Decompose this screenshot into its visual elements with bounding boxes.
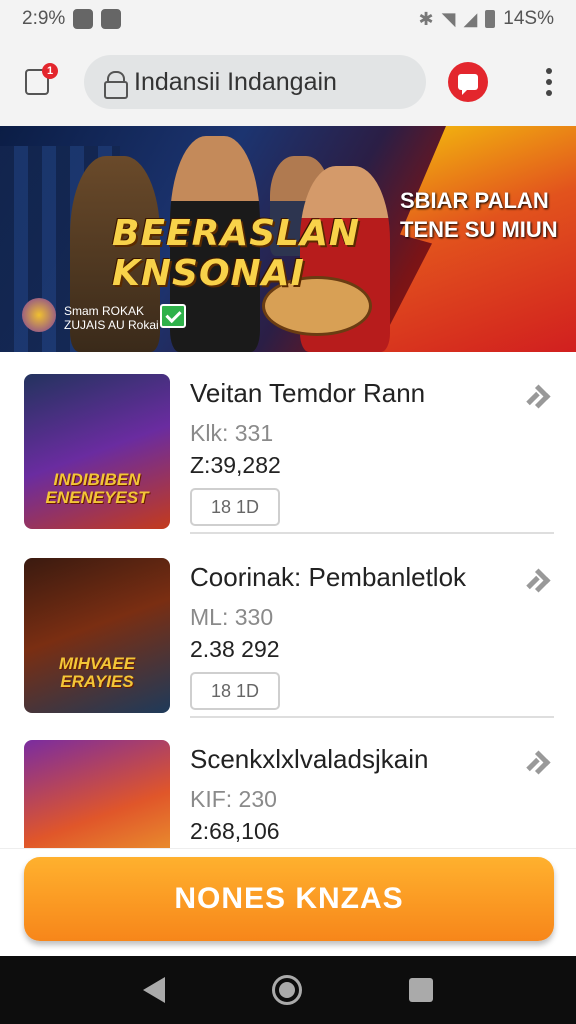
home-dot [278,982,295,998]
recents-icon[interactable] [408,978,433,1002]
item-count: Z:39,282 [190,452,281,478]
primary-cta-button[interactable]: NONES KNZAS [24,857,554,941]
hero-title-line2: KNSONAI [112,253,305,294]
hero-title-line1: BEERASLAN [112,213,361,254]
share-arrow-icon[interactable] [526,382,552,408]
share-arrow-icon[interactable] [526,748,552,774]
divider [190,532,554,534]
item-title: Coorinak: Pembanletlok [190,562,467,592]
battery-icon [485,10,496,28]
brand-line1: Smam ROKAK [64,304,145,318]
item-meta: KIF: 230 [190,786,277,812]
cta-container: NONES KNZAS [0,848,576,956]
chat-button[interactable] [448,62,488,102]
hero-tagline-line2: TENE SU MIUN [400,217,558,242]
list-item[interactable]: Scenkxlxlvaladsjkain KIF: 230 2:68,106 [0,718,576,848]
cart-button[interactable]: 1 [18,63,58,101]
back-icon[interactable] [143,977,166,1003]
menu-dot-icon [546,79,552,85]
hero-title: BEERASLAN KNSONAI [112,214,360,294]
brand-logo [22,298,56,332]
system-nav-bar [0,956,576,1024]
item-meta: ML: 330 [190,604,274,630]
item-action-button[interactable]: 18 1D [190,488,280,526]
game-list: INDIBIBEN ENENEYEST Veitan Temdor Rann K… [0,352,576,848]
overflow-menu-button[interactable] [540,62,558,102]
url-text: Indansii Indangain [134,67,337,96]
game-thumbnail[interactable]: INDIBIBEN ENENEYEST [24,374,170,529]
signal-icon: ◢ [463,8,478,29]
verified-check-icon [160,304,186,328]
wifi-icon: ◥ [441,8,456,29]
item-title: Veitan Temdor Rann [190,378,426,408]
bluetooth-icon: ✱ [418,8,434,29]
status-time: 2:9% [22,8,66,29]
cart-badge: 1 [42,63,58,79]
game-thumbnail[interactable]: MIHVAEE ERAYIES [24,558,170,713]
share-arrow-icon[interactable] [526,566,552,592]
browser-toolbar: 1 Indansii Indangain [0,38,576,126]
app-notification-icon [101,9,122,29]
item-meta: Klk: 331 [190,420,274,446]
game-thumbnail[interactable] [24,740,170,848]
menu-dot-icon [546,90,552,96]
thumbnail-title: INDIBIBEN ENENEYEST [45,470,149,507]
list-item[interactable]: MIHVAEE ERAYIES Coorinak: Pembanletlok M… [0,536,576,718]
hero-tagline: SBIAR PALAN TENE SU MIUN [400,186,558,244]
brand-text: Smam ROKAK ZUJAIS AU Rokai [64,304,159,332]
list-item[interactable]: INDIBIBEN ENENEYEST Veitan Temdor Rann K… [0,352,576,534]
item-title: Scenkxlxlvaladsjkain [190,744,429,774]
battery-level: 14S% [503,8,554,29]
item-count: 2.38 292 [190,636,280,662]
thumbnail-title: MIHVAEE ERAYIES [58,654,136,691]
hero-banner[interactable]: BEERASLAN KNSONAI SBIAR PALAN TENE SU MI… [0,126,576,352]
item-count: 2:68,106 [190,818,280,844]
chat-icon [458,74,478,95]
item-action-button[interactable]: 18 1D [190,672,280,710]
home-icon[interactable] [271,975,302,1005]
status-bar: 2:9% ✱ ◥ ◢ 14S% [0,0,576,38]
lock-icon [104,71,128,99]
hero-tagline-line1: SBIAR PALAN [400,188,549,213]
brand-line2: ZUJAIS AU Rokai [64,318,159,332]
url-bar[interactable]: Indansii Indangain [84,55,426,109]
menu-dot-icon [546,68,552,74]
notification-icon [73,9,94,29]
